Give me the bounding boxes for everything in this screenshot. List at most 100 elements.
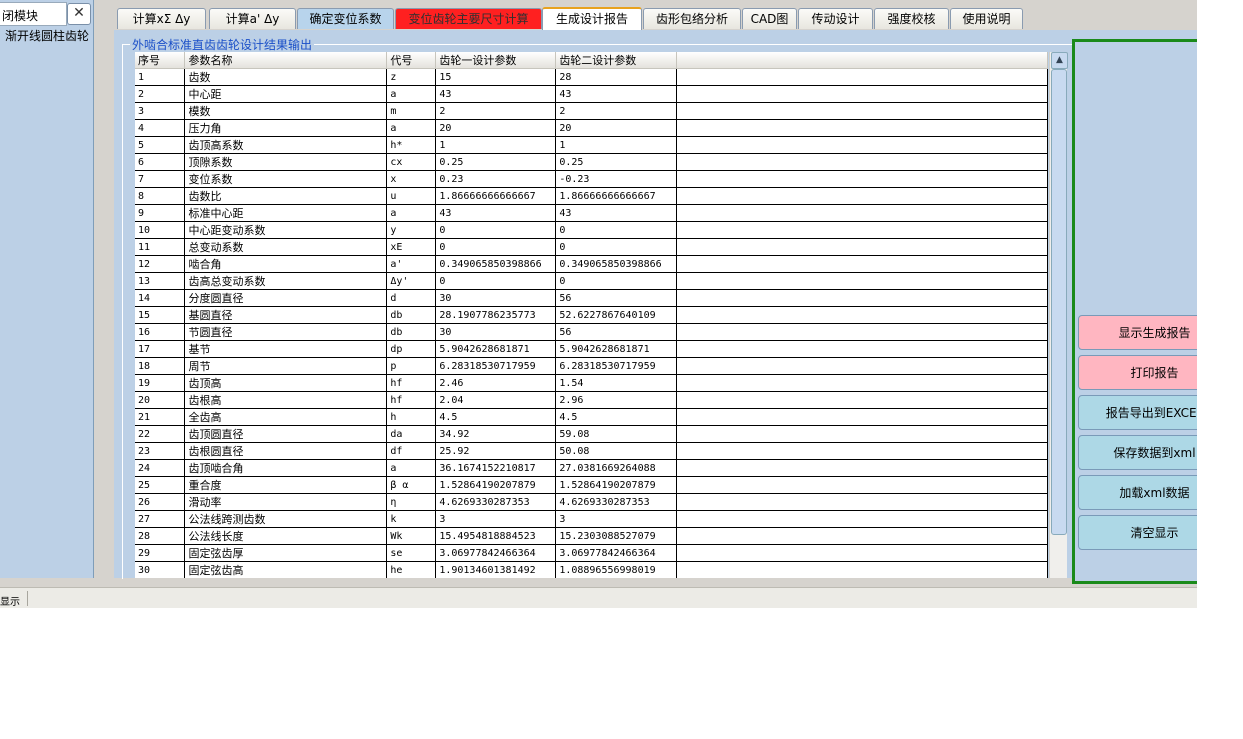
table-cell: 20: [435, 119, 557, 137]
table-cell: 0: [435, 272, 557, 290]
table-cell: 43: [555, 204, 678, 222]
table-cell: 1.54: [555, 374, 678, 392]
table-cell: 27.0381669264088: [555, 459, 678, 477]
tab-7[interactable]: CAD图: [742, 8, 797, 29]
action-button-4[interactable]: 保存数据到xml: [1078, 435, 1197, 470]
table-cell: 3: [555, 510, 678, 528]
module-tab[interactable]: 闭模块: [0, 2, 67, 26]
table-row[interactable]: 3 模数 m 2 2: [135, 102, 1048, 120]
tab-4[interactable]: 变位齿轮主要尺寸计算: [395, 8, 542, 29]
table-cell: η: [386, 493, 437, 511]
tab-3[interactable]: 确定变位系数: [297, 8, 394, 29]
table-row[interactable]: 19 齿顶高 hf 2.46 1.54: [135, 374, 1048, 392]
table-cell: xE: [386, 238, 437, 256]
column-header[interactable]: [676, 52, 1048, 69]
table-cell: 1.86666666666667: [555, 187, 678, 205]
table-row[interactable]: 2 中心距 a 43 43: [135, 85, 1048, 103]
table-cell: 基节: [184, 340, 388, 358]
table-cell: 7: [135, 170, 186, 188]
table-cell: 模数: [184, 102, 388, 120]
table-row[interactable]: 15 基圆直径 db 28.1907786235773 52.6227867640109: [135, 306, 1048, 324]
scroll-up-icon[interactable]: ▲: [1051, 52, 1068, 69]
table-cell: Wk: [386, 527, 437, 545]
scroll-thumb[interactable]: [1051, 69, 1067, 535]
table-row[interactable]: 20 齿根高 hf 2.04 2.96: [135, 391, 1048, 409]
vertical-scrollbar[interactable]: ▲: [1049, 52, 1068, 578]
table-row[interactable]: 24 齿顶啮合角 a 36.1674152210817 27.0381669264088: [135, 459, 1048, 477]
table-cell: 0: [555, 221, 678, 239]
column-header[interactable]: 齿轮一设计参数: [435, 52, 557, 69]
table-cell: [676, 425, 1048, 443]
table-cell: 标准中心距: [184, 204, 388, 222]
table-cell: 0.25: [555, 153, 678, 171]
table-row[interactable]: 5 齿顶高系数 h* 1 1: [135, 136, 1048, 154]
table-cell: 1.52864190207879: [435, 476, 557, 494]
table-row[interactable]: 9 标准中心距 a 43 43: [135, 204, 1048, 222]
table-row[interactable]: 30 固定弦齿高 he 1.90134601381492 1.0889655699801…: [135, 561, 1048, 578]
table-row[interactable]: 4 压力角 a 20 20: [135, 119, 1048, 137]
table-cell: 5.9042628681871: [555, 340, 678, 358]
tab-5[interactable]: 生成设计报告: [542, 7, 642, 31]
table-cell: 9: [135, 204, 186, 222]
action-button-5[interactable]: 加载xml数据: [1078, 475, 1197, 510]
table-cell: [676, 119, 1048, 137]
action-button-1[interactable]: 显示生成报告: [1078, 315, 1197, 350]
table-row[interactable]: 27 公法线跨测齿数 k 3 3: [135, 510, 1048, 528]
tab-10[interactable]: 使用说明: [950, 8, 1023, 29]
tab-1[interactable]: 计算xΣ Δy: [117, 8, 206, 29]
table-row[interactable]: 8 齿数比 u 1.86666666666667 1.86666666666667: [135, 187, 1048, 205]
table-cell: [676, 510, 1048, 528]
table-cell: hf: [386, 391, 437, 409]
column-header[interactable]: 齿轮二设计参数: [555, 52, 678, 69]
tab-8[interactable]: 传动设计: [798, 8, 873, 29]
table-row[interactable]: 11 总变动系数 xE 0 0: [135, 238, 1048, 256]
action-button-6[interactable]: 清空显示: [1078, 515, 1197, 550]
table-cell: 公法线跨测齿数: [184, 510, 388, 528]
table-row[interactable]: 16 节圆直径 db 30 56: [135, 323, 1048, 341]
table-cell: [676, 187, 1048, 205]
table-row[interactable]: 13 齿高总变动系数 Δy' 0 0: [135, 272, 1048, 290]
table-row[interactable]: 22 齿顶圆直径 da 34.92 59.08: [135, 425, 1048, 443]
table-cell: da: [386, 425, 437, 443]
panel-splitter[interactable]: [94, 0, 114, 578]
table-row[interactable]: 29 固定弦齿厚 se 3.06977842466364 3.0697784246636…: [135, 544, 1048, 562]
table-cell: 2.46: [435, 374, 557, 392]
table-row[interactable]: 21 全齿高 h 4.5 4.5: [135, 408, 1048, 426]
table-row[interactable]: 6 顶隙系数 cx 0.25 0.25: [135, 153, 1048, 171]
table-row[interactable]: 23 齿根圆直径 df 25.92 50.08: [135, 442, 1048, 460]
action-button-2[interactable]: 打印报告: [1078, 355, 1197, 390]
column-header[interactable]: 代号: [386, 52, 437, 69]
table-row[interactable]: 25 重合度 β α 1.52864190207879 1.52864190207879: [135, 476, 1048, 494]
table-row[interactable]: 17 基节 dp 5.9042628681871 5.9042628681871: [135, 340, 1048, 358]
table-cell: 基圆直径: [184, 306, 388, 324]
table-cell: 齿根高: [184, 391, 388, 409]
table-cell: 齿顶高系数: [184, 136, 388, 154]
table-cell: 齿根圆直径: [184, 442, 388, 460]
result-grid[interactable]: 序号 参数名称 代号 齿轮一设计参数 齿轮二设计参数 1 齿数 z 15 28 2 中心距 a 43 43…: [135, 52, 1048, 578]
table-cell: Δy': [386, 272, 437, 290]
table-row[interactable]: 10 中心距变动系数 y 0 0: [135, 221, 1048, 239]
tab-9[interactable]: 强度校核: [874, 8, 949, 29]
table-row[interactable]: 26 滑动率 η 4.6269330287353 4.6269330287353: [135, 493, 1048, 511]
table-cell: 52.6227867640109: [555, 306, 678, 324]
table-cell: [676, 153, 1048, 171]
table-cell: m: [386, 102, 437, 120]
tab-bar: 计算xΣ Δy 计算a' Δy 确定变位系数 变位齿轮主要尺寸计算 生成设计报告 齿形包络…: [114, 7, 1197, 31]
table-row[interactable]: 7 变位系数 x 0.23 -0.23: [135, 170, 1048, 188]
table-cell: 顶隙系数: [184, 153, 388, 171]
table-row[interactable]: 28 公法线长度 Wk 15.4954818884523 15.230308852707…: [135, 527, 1048, 545]
table-cell: 20: [135, 391, 186, 409]
table-cell: 齿数比: [184, 187, 388, 205]
table-row[interactable]: 12 啮合角 a' 0.349065850398866 0.34906585039886…: [135, 255, 1048, 273]
action-button-3[interactable]: 报告导出到EXCEL: [1078, 395, 1197, 430]
column-header[interactable]: 参数名称: [184, 52, 388, 69]
tab-6[interactable]: 齿形包络分析: [643, 8, 741, 29]
table-row[interactable]: 18 周节 p 6.28318530717959 6.28318530717959: [135, 357, 1048, 375]
tab-2[interactable]: 计算a' Δy: [209, 8, 296, 29]
column-header[interactable]: 序号: [135, 52, 186, 69]
tree-item-involute-gear[interactable]: 渐开线圆柱齿轮: [5, 27, 89, 44]
close-icon[interactable]: ✕: [67, 3, 91, 25]
table-row[interactable]: 1 齿数 z 15 28: [135, 68, 1048, 86]
table-row[interactable]: 14 分度圆直径 d 30 56: [135, 289, 1048, 307]
table-cell: 0.23: [435, 170, 557, 188]
